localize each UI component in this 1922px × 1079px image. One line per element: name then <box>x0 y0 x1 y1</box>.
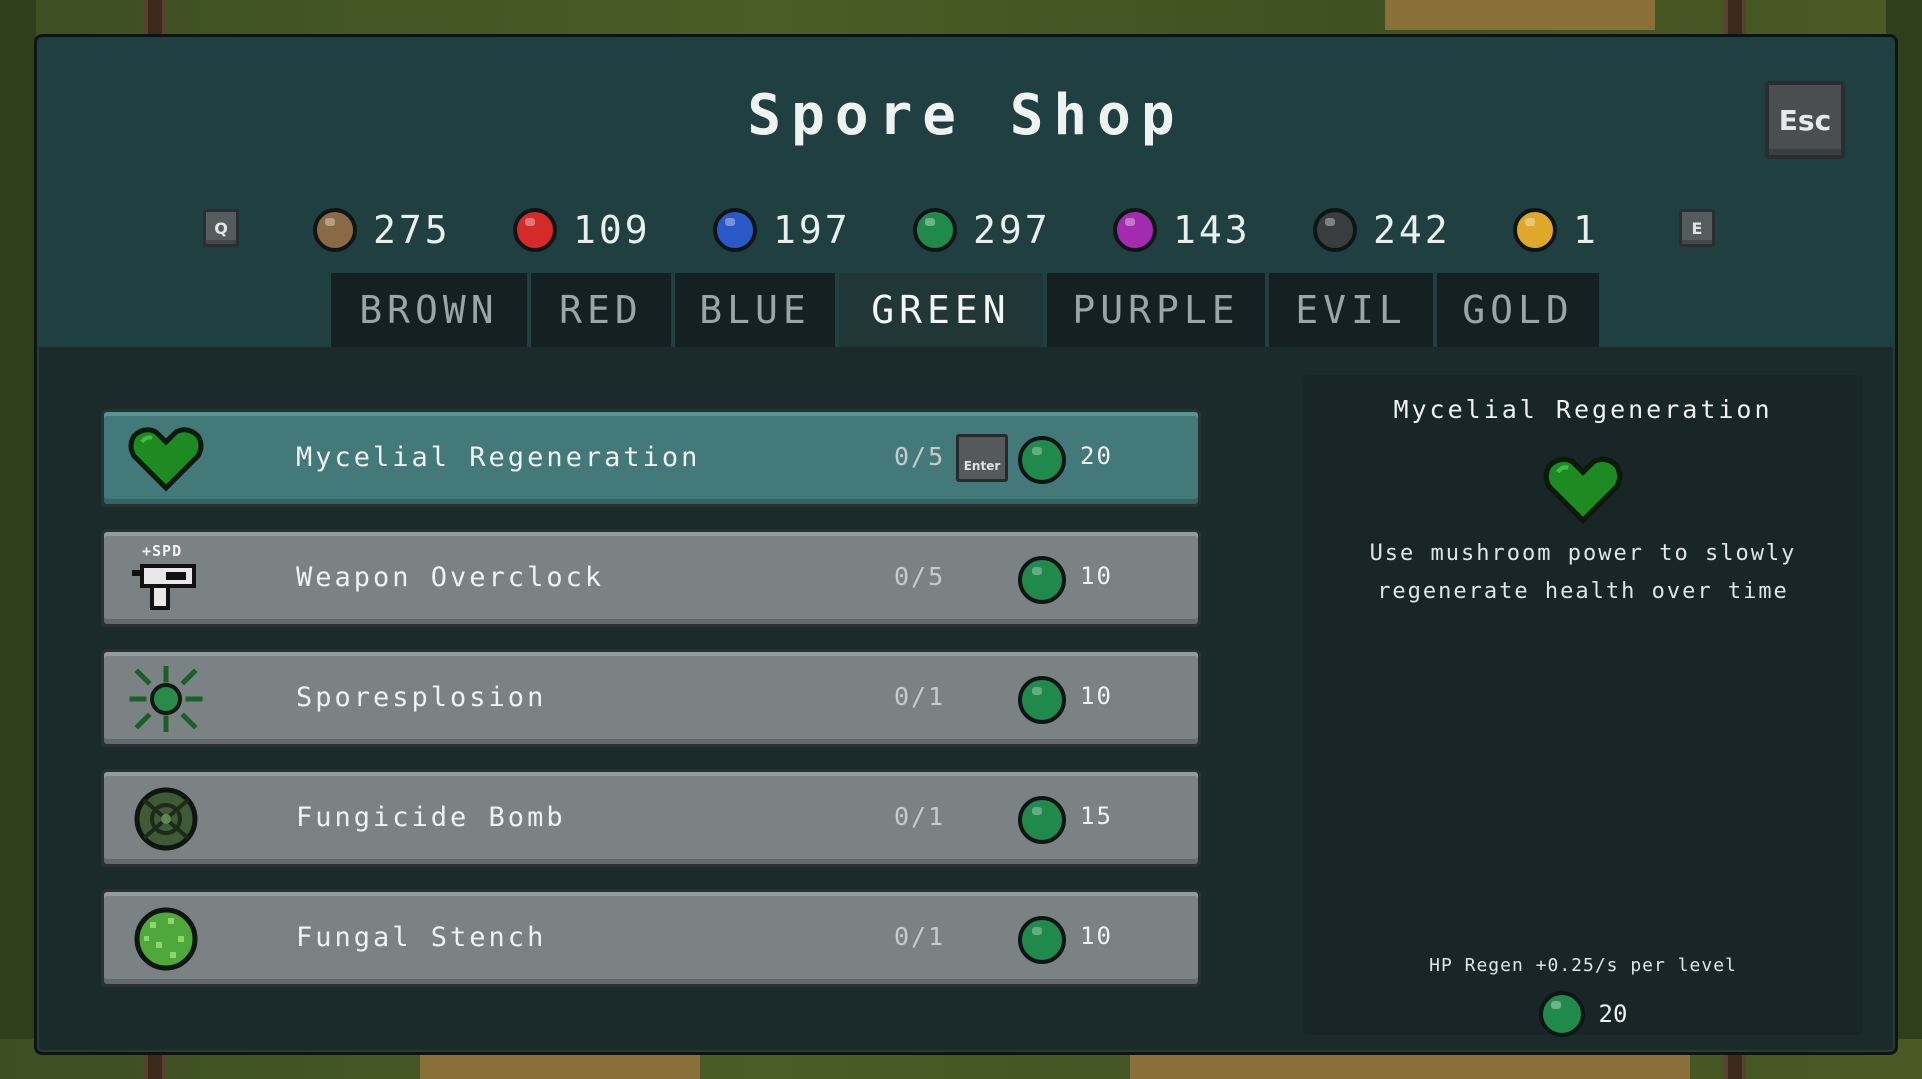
upgrade-name: Fungal Stench <box>296 922 547 953</box>
detail-description: Use mushroom power to slowly regenerate … <box>1343 535 1823 611</box>
upgrade-cost: 10 <box>1080 562 1113 590</box>
green-spore-icon <box>913 208 957 252</box>
blue-spore-icon <box>713 208 757 252</box>
green-spore-icon <box>1018 676 1066 724</box>
green-spore-icon <box>1018 916 1066 964</box>
currency-brown: 275 <box>313 207 451 253</box>
currency-value: 1 <box>1573 208 1599 252</box>
red-spore-icon <box>513 208 557 252</box>
currency-evil: 242 <box>1313 207 1451 253</box>
upgrade-row-mycelial-regeneration[interactable]: Mycelial Regeneration 0/5 Enter 20 <box>101 409 1201 507</box>
upgrade-level: 0/5 <box>894 442 946 471</box>
purple-spore-icon <box>1113 208 1157 252</box>
fence-post <box>1724 0 1746 34</box>
gold-spore-icon <box>1513 208 1557 252</box>
upgrade-name: Sporesplosion <box>296 682 547 713</box>
heart-icon <box>1543 456 1623 525</box>
upgrade-name: Weapon Overclock <box>296 562 605 593</box>
green-spore-icon <box>1018 556 1066 604</box>
prev-tab-key[interactable]: Q <box>203 209 239 247</box>
color-tabs: BROWN RED BLUE GREEN PURPLE EVIL GOLD <box>331 273 1603 347</box>
upgrade-level: 0/1 <box>894 802 946 831</box>
gun-icon <box>132 564 196 610</box>
tab-evil[interactable]: EVIL <box>1269 273 1433 347</box>
upgrade-row-weapon-overclock[interactable]: +SPD Weapon Overclock 0/5 10 <box>101 529 1201 627</box>
next-tab-key[interactable]: E <box>1679 209 1715 247</box>
currency-purple: 143 <box>1113 207 1251 253</box>
detail-title: Mycelial Regeneration <box>1393 395 1773 424</box>
green-spore-icon <box>1538 991 1585 1037</box>
upgrade-level: 0/1 <box>894 922 946 951</box>
upgrade-level: 0/5 <box>894 562 946 591</box>
upgrade-list: Mycelial Regeneration 0/5 Enter 20 +SPD … <box>101 409 1205 1009</box>
currency-value: 297 <box>973 208 1051 252</box>
currency-green: 297 <box>913 207 1051 253</box>
tab-blue[interactable]: BLUE <box>675 273 835 347</box>
spore-burst-icon <box>129 666 203 732</box>
upgrade-cost: 20 <box>1080 442 1113 470</box>
fence-post <box>144 0 166 34</box>
upgrade-row-fungicide-bomb[interactable]: Fungicide Bomb 0/1 15 <box>101 769 1201 867</box>
currency-value: 143 <box>1173 208 1251 252</box>
tab-brown[interactable]: BROWN <box>331 273 527 347</box>
tab-green[interactable]: GREEN <box>839 273 1043 347</box>
upgrade-row-fungal-stench[interactable]: Fungal Stench 0/1 10 <box>101 889 1201 987</box>
detail-cost: 20 <box>1303 991 1863 1037</box>
currency-value: 109 <box>573 208 651 252</box>
tab-red[interactable]: RED <box>531 273 671 347</box>
currency-value: 275 <box>373 208 451 252</box>
stench-cloud-icon <box>134 907 198 971</box>
green-spore-icon <box>1018 436 1066 484</box>
enter-key-icon[interactable]: Enter <box>956 434 1008 482</box>
upgrade-level: 0/1 <box>894 682 946 711</box>
brown-spore-icon <box>313 208 357 252</box>
upgrade-row-sporesplosion[interactable]: Sporesplosion 0/1 10 <box>101 649 1201 747</box>
background-left <box>0 0 36 1079</box>
upgrade-name: Mycelial Regeneration <box>296 442 701 473</box>
detail-cost-value: 20 <box>1598 1000 1628 1028</box>
detail-stat: HP Regen +0.25/s per level <box>1429 955 1737 976</box>
currency-blue: 197 <box>713 207 851 253</box>
upgrade-cost: 10 <box>1080 922 1113 950</box>
description-line: regenerate health over time <box>1377 579 1789 604</box>
heart-icon <box>128 427 204 492</box>
upgrade-cost: 15 <box>1080 802 1113 830</box>
description-line: Use mushroom power to slowly <box>1369 541 1797 566</box>
shop-title: Spore Shop <box>747 83 1185 148</box>
currency-value: 197 <box>773 208 851 252</box>
currency-red: 109 <box>513 207 651 253</box>
upgrade-cost: 10 <box>1080 682 1113 710</box>
tab-gold[interactable]: GOLD <box>1437 273 1599 347</box>
bomb-icon <box>134 787 198 851</box>
currency-value: 242 <box>1373 208 1451 252</box>
tab-purple[interactable]: PURPLE <box>1047 273 1265 347</box>
green-spore-icon <box>1018 796 1066 844</box>
dirt-patch <box>1385 0 1655 30</box>
currency-gold: 1 <box>1513 207 1599 253</box>
evil-spore-icon <box>1313 208 1357 252</box>
upgrade-detail-panel: Mycelial Regeneration Use mushroom power… <box>1303 375 1863 1037</box>
close-button[interactable]: Esc <box>1765 81 1845 159</box>
upgrade-name: Fungicide Bomb <box>296 802 566 833</box>
shop-panel: Spore Shop Esc Q E 275 109 197 297 143 2… <box>34 34 1898 1055</box>
speed-badge: +SPD <box>142 542 183 560</box>
